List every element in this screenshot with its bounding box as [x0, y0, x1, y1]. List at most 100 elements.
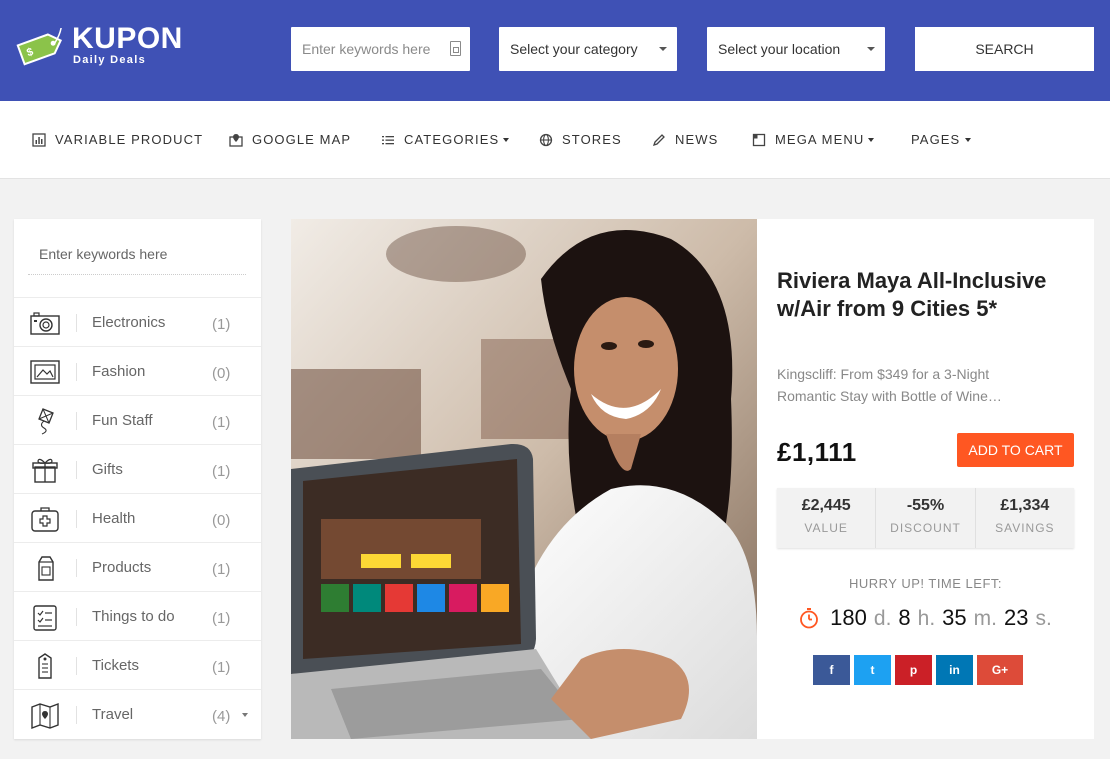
tag-logo-icon: $: [16, 28, 63, 66]
deal-price: £1,111: [777, 437, 857, 467]
timer-days-unit: d.: [873, 607, 892, 630]
category-item-gifts[interactable]: Gifts (1): [14, 444, 261, 493]
timer-minutes-unit: m.: [973, 607, 997, 630]
nav-label: NEWS: [675, 132, 719, 147]
brand-name: KUPON: [72, 22, 183, 55]
chart-icon: [32, 132, 46, 147]
nav-item-pages[interactable]: PAGES: [911, 132, 972, 147]
nav-item-mega-menu[interactable]: MEGA MENU: [752, 132, 875, 147]
camera-icon: [30, 312, 60, 335]
timer-hours-unit: h.: [917, 607, 936, 630]
divider: [76, 363, 77, 381]
category-label: Gifts: [92, 461, 123, 478]
nav-item-news[interactable]: NEWS: [652, 132, 718, 147]
header-keyword-input[interactable]: [302, 41, 442, 57]
kite-icon: [38, 408, 54, 435]
category-count: (1): [212, 316, 231, 333]
nav-label: GOOGLE MAP: [252, 132, 352, 147]
category-label: Fun Staff: [92, 412, 153, 429]
picture-icon: [30, 360, 60, 384]
divider: [76, 559, 77, 577]
category-item-travel[interactable]: Travel (4): [14, 689, 261, 738]
nav-label: VARIABLE PRODUCT: [55, 132, 204, 147]
stat-discount: -55% DISCOUNT: [876, 488, 976, 548]
deal-description: Kingscliff: From $349 for a 3-Night Roma…: [777, 366, 1002, 404]
globe-icon: [539, 133, 553, 146]
stat-number: £2,445: [801, 497, 851, 514]
deal-title[interactable]: Riviera Maya All-Inclusive w/Air from 9 …: [777, 267, 1072, 323]
header-keyword-field[interactable]: [291, 27, 470, 71]
chevron-down-icon[interactable]: [242, 713, 248, 717]
twitter-share-button[interactable]: t: [854, 655, 891, 685]
category-select-value: Select your category: [510, 41, 638, 57]
deal-image[interactable]: [291, 219, 757, 739]
sidebar-search-input[interactable]: [39, 246, 239, 262]
nav-item-categories[interactable]: CATEGORIES: [381, 132, 510, 147]
divider: [76, 706, 77, 724]
map-marker-icon: [229, 133, 243, 147]
facebook-share-button[interactable]: f: [813, 655, 850, 685]
google-plus-icon: G+: [991, 663, 1009, 677]
category-item-tickets[interactable]: Tickets (1): [14, 640, 261, 689]
logo[interactable]: $ KUPON Daily Deals: [12, 22, 192, 72]
category-count: (1): [212, 561, 231, 578]
layout-icon: [752, 133, 766, 146]
category-item-electronics[interactable]: Electronics (1): [14, 297, 261, 346]
nav-label: MEGA MENU: [775, 132, 865, 147]
deal-info: Riviera Maya All-Inclusive w/Air from 9 …: [757, 219, 1094, 739]
nav-item-stores[interactable]: STORES: [539, 132, 622, 147]
category-label: Travel: [92, 706, 134, 723]
pinterest-share-button[interactable]: p: [895, 655, 932, 685]
divider: [76, 657, 77, 675]
category-label: Products: [92, 559, 152, 576]
keyboard-icon[interactable]: [450, 41, 461, 56]
nav-item-variable-product[interactable]: VARIABLE PRODUCT: [32, 132, 203, 147]
location-select-value: Select your location: [718, 41, 841, 57]
stat-label: VALUE: [804, 521, 848, 535]
linkedin-share-button[interactable]: in: [936, 655, 973, 685]
header: $ KUPON Daily Deals Select your category…: [0, 0, 1110, 101]
chevron-down-icon: [659, 47, 667, 51]
category-list: Electronics (1) Fashion (0) Fun Staff (1…: [14, 297, 261, 738]
pencil-icon: [652, 133, 665, 146]
divider: [76, 461, 77, 479]
category-item-products[interactable]: Products (1): [14, 542, 261, 591]
search-button[interactable]: SEARCH: [915, 27, 1094, 71]
location-select[interactable]: Select your location: [707, 27, 885, 71]
milk-carton-icon: [38, 556, 54, 581]
stat-value: £2,445 VALUE: [777, 488, 877, 548]
sidebar-search[interactable]: [28, 234, 246, 275]
main-nav: VARIABLE PRODUCT GOOGLE MAP CATEGORIES S…: [0, 101, 1110, 179]
hurry-label: HURRY UP! TIME LEFT:: [848, 576, 1003, 591]
nav-item-google-map[interactable]: GOOGLE MAP: [229, 132, 351, 147]
category-item-things-to-do[interactable]: Things to do (1): [14, 591, 261, 640]
stat-label: DISCOUNT: [890, 521, 961, 535]
chevron-down-icon: [868, 137, 875, 142]
stopwatch-icon: [800, 608, 819, 629]
countdown-timer: 180 d. 8 h. 35 m. 23 s.: [777, 605, 1074, 631]
category-item-health[interactable]: Health (0): [14, 493, 261, 542]
stat-label: SAVINGS: [995, 521, 1055, 535]
add-to-cart-button[interactable]: ADD TO CART: [957, 433, 1074, 467]
google-plus-share-button[interactable]: G+: [977, 655, 1023, 685]
category-item-fun-staff[interactable]: Fun Staff (1): [14, 395, 261, 444]
deal-stats: £2,445 VALUE -55% DISCOUNT £1,334 SAVING…: [777, 488, 1074, 548]
divider: [76, 510, 77, 528]
category-label: Health: [92, 510, 136, 527]
timer-minutes: 35: [942, 605, 967, 630]
linkedin-icon: in: [949, 663, 960, 677]
checklist-icon: [33, 605, 57, 631]
timer-days: 180: [830, 605, 867, 630]
stat-number: £1,334: [1000, 497, 1050, 514]
divider: [76, 412, 77, 430]
pinterest-icon: p: [909, 663, 918, 677]
category-count: (4): [212, 708, 231, 725]
category-item-fashion[interactable]: Fashion (0): [14, 346, 261, 395]
category-count: (0): [212, 365, 231, 382]
chevron-down-icon: [867, 47, 875, 51]
ticket-icon: [38, 653, 52, 679]
stat-number: -55%: [906, 497, 945, 514]
nav-label: PAGES: [911, 132, 961, 147]
category-select[interactable]: Select your category: [499, 27, 677, 71]
first-aid-icon: [31, 507, 59, 532]
